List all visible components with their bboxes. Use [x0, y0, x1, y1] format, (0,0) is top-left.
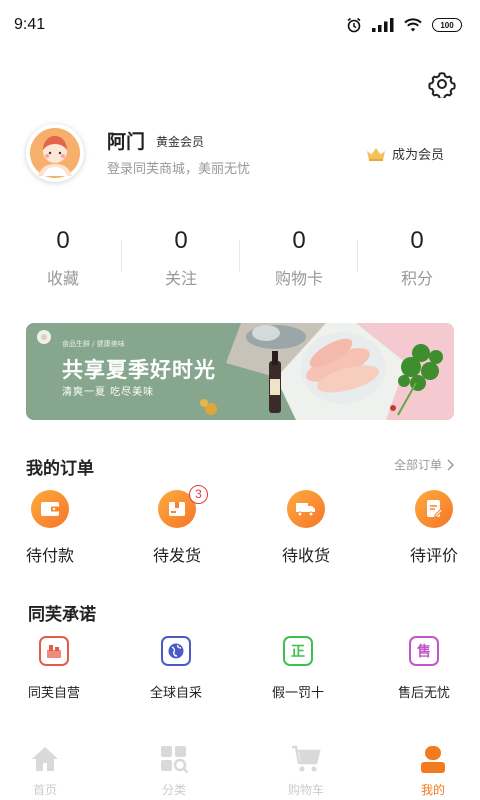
profile-icon [421, 746, 445, 773]
tab-label: 首页 [32, 783, 57, 797]
order-count-badge: 3 [189, 485, 208, 504]
stat-value: 0 [292, 227, 306, 254]
avatar-image [30, 128, 80, 178]
truck-icon [287, 490, 325, 528]
promise-global-sourcing[interactable]: 全球自采 [126, 636, 226, 701]
tab-profile[interactable]: 我的 [393, 744, 473, 798]
signal-icon [372, 18, 394, 32]
stat-value: 0 [174, 227, 188, 254]
tab-home[interactable]: 首页 [5, 744, 85, 798]
genuine-glyph: 正 [291, 644, 305, 660]
cart-icon [292, 745, 321, 772]
status-icons: 100 [346, 17, 462, 33]
order-label: 待付款 [25, 546, 74, 565]
tab-cart[interactable]: 购物车 [266, 744, 346, 798]
stat-following[interactable]: 0 关注 [122, 222, 240, 302]
battery-indicator: 100 [432, 18, 462, 32]
stat-label: 关注 [164, 269, 197, 288]
stat-label: 积分 [400, 269, 433, 288]
promise-self-operated[interactable]: 同芙自营 [4, 636, 104, 701]
order-status-row: 待付款 3 待发货 待收货 待评价 [0, 485, 480, 570]
tab-label: 购物车 [287, 783, 324, 797]
genuine-icon: 正 [283, 636, 313, 666]
banner-tag: 食品生鲜 / 健康美味 [62, 340, 125, 348]
review-icon [415, 490, 453, 528]
aftersale-glyph: 售 [417, 644, 431, 660]
status-time: 9:41 [14, 16, 46, 33]
status-bar: 9:41 100 [0, 0, 480, 52]
settings-button[interactable] [428, 70, 456, 100]
stat-points[interactable]: 0 积分 [358, 222, 476, 302]
avatar[interactable] [26, 124, 84, 182]
order-pending-shipment[interactable]: 3 待发货 [137, 485, 217, 566]
become-member-label: 成为会员 [392, 148, 445, 163]
promise-title: 同芙承诺 [28, 605, 96, 625]
gear-icon [428, 72, 456, 100]
aftersale-icon: 售 [409, 636, 439, 666]
home-icon [32, 747, 58, 771]
promise-label: 假一罚十 [271, 686, 324, 701]
stat-label: 购物卡 [274, 269, 323, 288]
orders-title: 我的订单 [26, 459, 94, 479]
globe-icon [161, 636, 191, 666]
category-icon [161, 746, 189, 774]
crown-icon [367, 147, 385, 161]
stat-label: 收藏 [46, 269, 79, 288]
stat-favorites[interactable]: 0 收藏 [4, 222, 122, 302]
promise-after-sales[interactable]: 售 售后无忧 [374, 636, 474, 701]
stat-shopping-card[interactable]: 0 购物卡 [240, 222, 358, 302]
tab-label: 我的 [420, 783, 445, 797]
promise-genuine-guarantee[interactable]: 正 假一罚十 [248, 636, 348, 701]
order-label: 待发货 [152, 546, 201, 565]
wifi-icon [404, 18, 422, 32]
chevron-right-icon [447, 458, 454, 471]
promise-label: 售后无忧 [397, 686, 450, 701]
package-icon: 3 [158, 485, 208, 528]
all-orders-link[interactable]: 全部订单 [394, 456, 454, 473]
member-level: 黄金会员 [156, 135, 205, 149]
store-icon [39, 636, 69, 666]
promise-label: 全球自采 [149, 686, 202, 701]
stat-value: 0 [56, 227, 70, 254]
profile-subtitle: 登录同芙商城，美丽无忧 [107, 162, 251, 177]
order-label: 待评价 [409, 546, 458, 565]
profile-name: 阿门 [107, 131, 146, 153]
tab-label: 分类 [161, 783, 186, 797]
become-member-button[interactable]: 成为会员 [366, 144, 444, 163]
promise-row: 同芙自营 全球自采 正 假一罚十 售 售后无忧 [0, 636, 480, 706]
banner-subtitle: 清爽一夏 吃尽美味 [62, 387, 155, 398]
tab-category[interactable]: 分类 [134, 744, 214, 798]
order-pending-receipt[interactable]: 待收货 [266, 490, 346, 566]
battery-level: 100 [440, 20, 454, 30]
promise-label: 同芙自营 [27, 686, 80, 701]
order-pending-review[interactable]: 待评价 [394, 490, 474, 566]
promo-banner[interactable]: 食品生鲜 / 健康美味 共享夏季好时光 清爽一夏 吃尽美味 [26, 323, 454, 420]
stats-row: 0 收藏 0 关注 0 购物卡 0 积分 [0, 222, 480, 302]
alarm-icon [347, 17, 361, 33]
order-label: 待收货 [281, 546, 330, 565]
wallet-icon [31, 490, 69, 528]
order-pending-payment[interactable]: 待付款 [10, 490, 90, 566]
bottom-tab-bar: 首页 分类 购物车 我的 [0, 740, 480, 800]
all-orders-label: 全部订单 [393, 458, 442, 472]
banner-title: 共享夏季好时光 [62, 358, 216, 382]
stat-value: 0 [410, 227, 424, 254]
